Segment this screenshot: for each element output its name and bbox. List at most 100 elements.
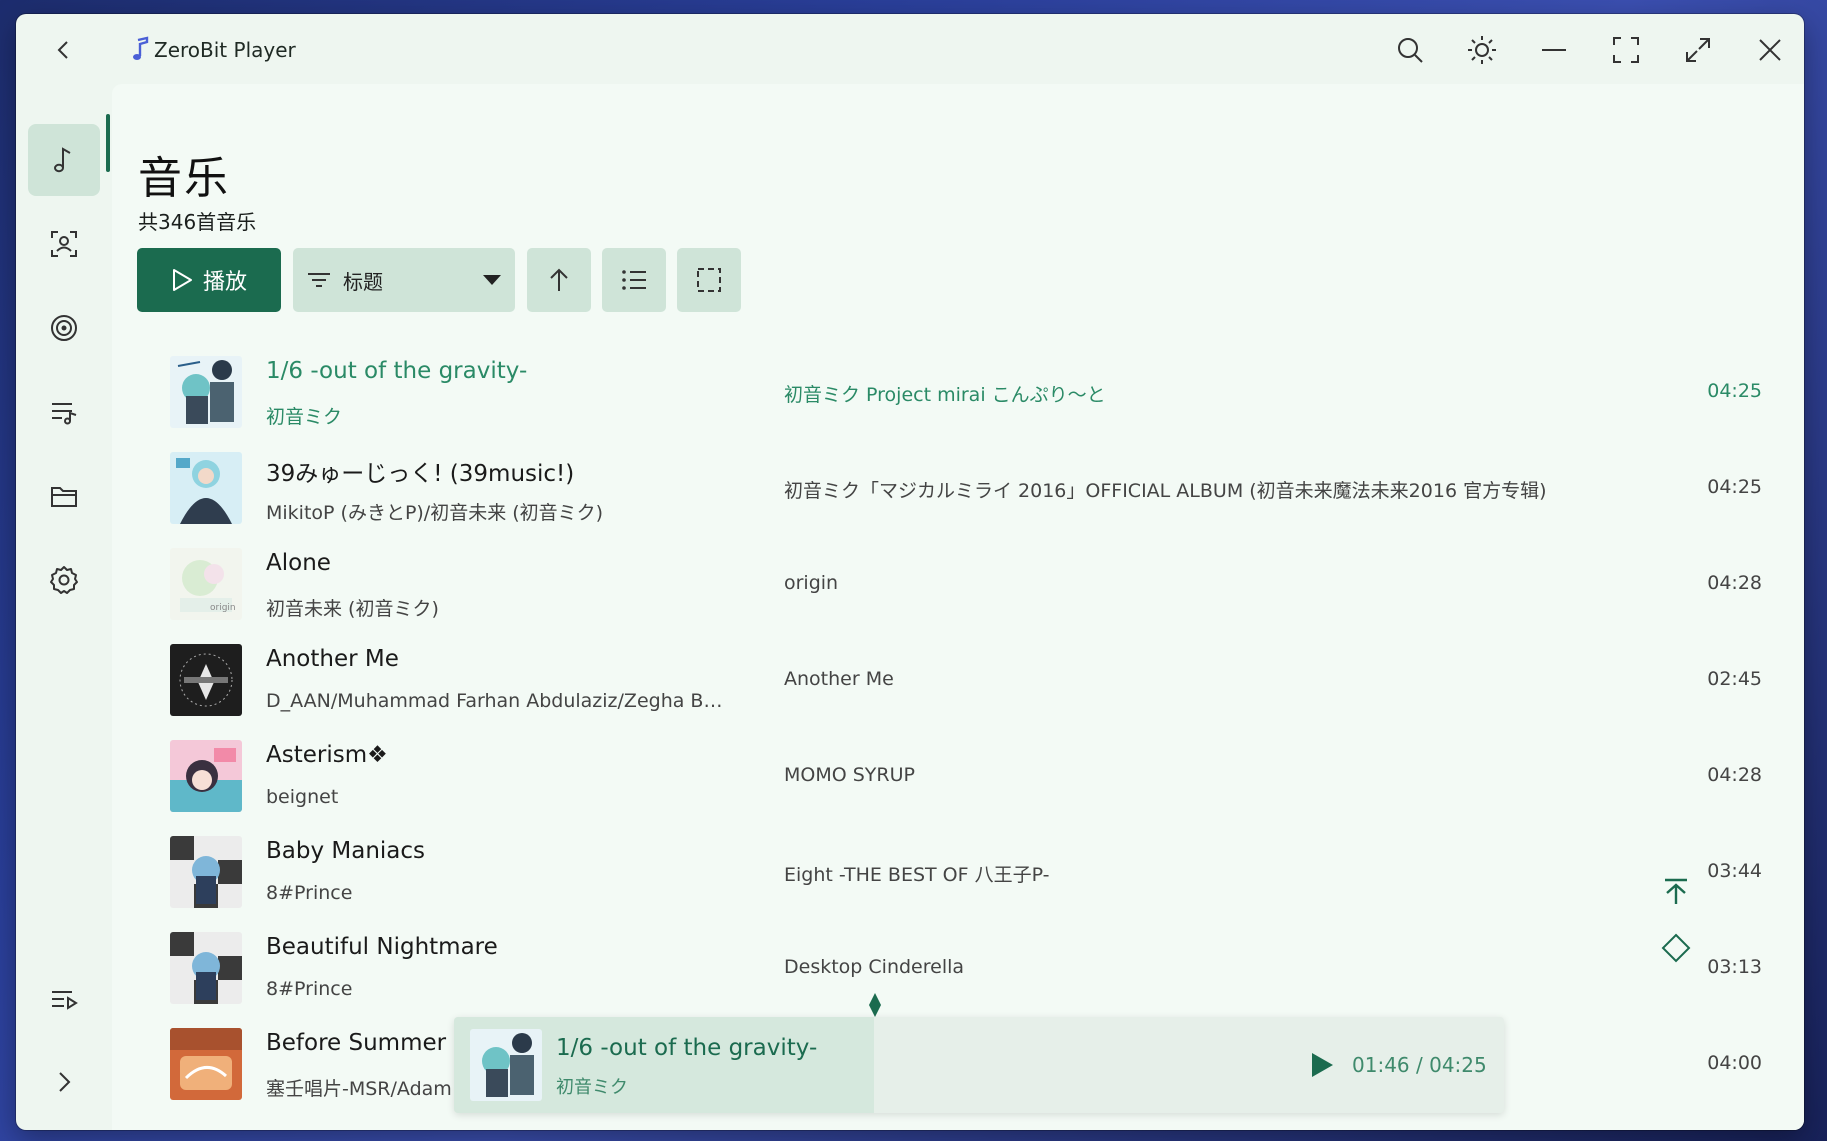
- song-row[interactable]: Asterism❖ beignet MOMO SYRUP 04:28: [112, 730, 1804, 826]
- main-content: 音乐 共346首音乐 播放 标题 1/6 -out of the gravity…: [112, 84, 1804, 1130]
- play-all-button[interactable]: 播放: [137, 248, 281, 312]
- song-title: 1/6 -out of the gravity-: [266, 358, 528, 384]
- music-note-icon: [54, 147, 71, 173]
- now-playing-bar[interactable]: 1/6 -out of the gravity- 初音ミク 01:46 / 04…: [454, 1017, 1504, 1113]
- song-album[interactable]: Desktop Cinderella: [784, 956, 964, 978]
- sidebar-item-folders[interactable]: [28, 460, 100, 532]
- sort-dropdown[interactable]: 标题: [293, 248, 515, 312]
- close-button[interactable]: [1748, 28, 1792, 72]
- active-nav-indicator: [106, 114, 110, 172]
- song-row[interactable]: Another Me D_AAN/Muhammad Farhan Abdulaz…: [112, 634, 1804, 730]
- album-cover: [170, 644, 242, 716]
- now-playing-time: 01:46 / 04:25: [1352, 1053, 1487, 1077]
- song-title: Beautiful Nightmare: [266, 934, 498, 960]
- song-artist[interactable]: 8#Prince: [266, 978, 352, 1000]
- album-cover: [170, 740, 242, 812]
- sort-order-button[interactable]: [527, 248, 591, 312]
- song-row[interactable]: origin Alone 初音未来 (初音ミク) origin 04:28: [112, 538, 1804, 634]
- search-icon: [1398, 38, 1423, 63]
- queue-icon: [52, 991, 78, 1010]
- song-album[interactable]: Another Me: [784, 668, 894, 690]
- song-artist[interactable]: 初音未来 (初音ミク): [266, 594, 439, 621]
- maximize-button[interactable]: [1676, 28, 1720, 72]
- sidebar-item-albums[interactable]: [28, 292, 100, 364]
- song-artist[interactable]: beignet: [266, 786, 338, 808]
- fullscreen-button[interactable]: [1604, 28, 1648, 72]
- album-cover: origin: [170, 548, 242, 620]
- multi-select-button[interactable]: [677, 248, 741, 312]
- arrow-to-top-icon: [1665, 878, 1687, 904]
- chevron-down-icon: [483, 275, 501, 285]
- back-button[interactable]: [42, 28, 86, 72]
- play-all-label: 播放: [202, 270, 247, 295]
- svg-text:origin: origin: [210, 603, 236, 613]
- app-logo-icon: [133, 36, 149, 60]
- song-album[interactable]: Eight -THE BEST OF 八王子P-: [784, 860, 1050, 887]
- song-artist[interactable]: 初音ミク: [266, 402, 342, 429]
- minimize-icon: [1542, 49, 1566, 51]
- scroll-to-top-button[interactable]: [1658, 874, 1694, 910]
- song-duration: 04:00: [1707, 1052, 1762, 1074]
- song-artist[interactable]: D_AAN/Muhammad Farhan Abdulaziz/Zegha Br…: [266, 690, 726, 712]
- seek-thumb[interactable]: [868, 992, 882, 1018]
- sidebar-item-settings[interactable]: [28, 544, 100, 616]
- album-icon: [51, 315, 77, 341]
- now-playing-artist: 初音ミク: [556, 1077, 628, 1098]
- song-duration: 04:28: [1707, 572, 1762, 594]
- arrow-up-icon: [550, 268, 568, 291]
- song-row[interactable]: Beautiful Nightmare 8#Prince Desktop Cin…: [112, 922, 1804, 1018]
- close-icon: [1759, 39, 1781, 61]
- sidebar-expand-button[interactable]: [28, 1046, 100, 1118]
- list-view-button[interactable]: [602, 248, 666, 312]
- list-icon: [622, 270, 646, 290]
- theme-toggle-button[interactable]: [1460, 28, 1504, 72]
- song-duration: 04:28: [1707, 764, 1762, 786]
- album-cover: [170, 836, 242, 908]
- artist-icon: [51, 231, 77, 257]
- minimize-button[interactable]: [1532, 28, 1576, 72]
- play-icon: [172, 269, 192, 291]
- song-artist[interactable]: 8#Prince: [266, 882, 352, 904]
- play-pause-button[interactable]: [1304, 1047, 1340, 1083]
- back-icon: [57, 41, 68, 59]
- song-artist[interactable]: MikitoP (みきとP)/初音未来 (初音ミク): [266, 498, 603, 525]
- song-row[interactable]: 1/6 -out of the gravity- 初音ミク 初音ミク Proje…: [112, 346, 1804, 442]
- sun-icon: [1468, 36, 1496, 64]
- song-artist[interactable]: 塞壬唱片-MSR/Adam: [266, 1074, 452, 1101]
- song-row[interactable]: 39みゅーじっく! (39music!) MikitoP (みきとP)/初音未来…: [112, 442, 1804, 538]
- filter-icon: [308, 273, 330, 287]
- app-title: ZeroBit Player: [154, 38, 296, 62]
- song-duration: 04:25: [1707, 380, 1762, 402]
- select-icon: [697, 268, 721, 292]
- search-button[interactable]: [1388, 28, 1432, 72]
- sidebar-item-music[interactable]: [28, 124, 100, 196]
- expand-icon: [1686, 38, 1710, 62]
- chevron-right-icon: [59, 1072, 71, 1092]
- song-title: Alone: [266, 550, 331, 576]
- album-cover: [170, 356, 242, 428]
- song-album[interactable]: 初音ミク Project mirai こんぷり～と: [784, 380, 1106, 407]
- song-title: Another Me: [266, 646, 399, 672]
- sidebar-item-play-queue[interactable]: [28, 964, 100, 1036]
- song-album[interactable]: 初音ミク「マジカルミライ 2016」OFFICIAL ALBUM (初音未来魔法…: [784, 476, 1546, 503]
- album-cover: [170, 452, 242, 524]
- gear-icon: [50, 566, 78, 594]
- play-icon: [1312, 1053, 1333, 1077]
- sort-dropdown-label: 标题: [343, 269, 383, 294]
- song-duration: 04:25: [1707, 476, 1762, 498]
- now-playing-title: 1/6 -out of the gravity-: [556, 1035, 818, 1061]
- song-duration: 02:45: [1707, 668, 1762, 690]
- sidebar-item-playlists[interactable]: [28, 376, 100, 448]
- song-title: Baby Maniacs: [266, 838, 426, 864]
- song-album[interactable]: origin: [784, 572, 838, 594]
- folder-icon: [51, 487, 77, 507]
- fullscreen-icon: [1613, 37, 1639, 63]
- now-playing-cover[interactable]: [470, 1029, 542, 1101]
- song-album[interactable]: MOMO SYRUP: [784, 764, 915, 786]
- song-row[interactable]: Baby Maniacs 8#Prince Eight -THE BEST OF…: [112, 826, 1804, 922]
- song-duration: 03:44: [1707, 860, 1762, 882]
- sidebar-item-artists[interactable]: [28, 208, 100, 280]
- app-window: ZeroBit Player 音乐 共346首音乐 播放 标题 1/6 -out…: [16, 14, 1804, 1130]
- locate-current-button[interactable]: [1658, 930, 1694, 966]
- song-title: Asterism❖: [266, 742, 388, 768]
